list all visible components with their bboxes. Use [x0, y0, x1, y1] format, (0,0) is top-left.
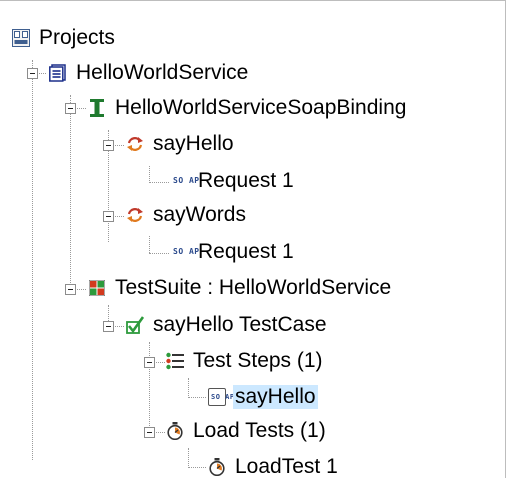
collapse-toggle-loadtests[interactable] — [144, 427, 155, 438]
tree-node-teststeps[interactable]: Test Steps (1) — [166, 344, 325, 378]
tree-guide — [188, 378, 189, 398]
tree-node-loadtests[interactable]: Load Tests (1) — [166, 414, 328, 448]
tree-node-operation[interactable]: sayHello — [126, 127, 236, 161]
tree-guide — [70, 95, 71, 289]
tree-node-label: sayHello — [153, 132, 234, 155]
tree-node-label: HelloWorldServiceSoapBinding — [115, 96, 407, 119]
operation-icon — [126, 206, 144, 224]
tree-guide — [188, 448, 189, 468]
tree-node-teststep[interactable]: SO AP sayHello — [208, 380, 318, 414]
testsuite-icon — [88, 279, 106, 297]
tree-node-testsuite[interactable]: TestSuite : HelloWorldService — [88, 271, 393, 305]
tree-guide — [188, 467, 206, 468]
tree-node-request[interactable]: SO AP Request 1 — [171, 164, 296, 198]
soap-icon-text: SO AP — [173, 247, 200, 256]
tree-node-label: Load Tests (1) — [193, 419, 326, 442]
tree-node-label: HelloWorldService — [76, 61, 249, 84]
tree-node-request[interactable]: SO AP Request 1 — [171, 235, 296, 269]
tree-node-label: Test Steps (1) — [193, 349, 323, 372]
tree-node-label: sayWords — [153, 203, 246, 226]
project-icon — [49, 64, 67, 82]
projects-icon — [12, 29, 30, 47]
testcase-icon — [126, 316, 144, 334]
tree-guide — [149, 166, 150, 183]
tree-node-projects[interactable]: Projects — [12, 21, 117, 55]
tree-node-label: Request 1 — [198, 169, 294, 192]
collapse-toggle-testsuite[interactable] — [65, 284, 76, 295]
tree-node-label: sayHello — [233, 385, 318, 409]
soap-icon-text: SO AP — [211, 392, 235, 401]
tree-node-interface[interactable]: HelloWorldServiceSoapBinding — [88, 91, 408, 125]
tree-guide — [188, 397, 206, 398]
operation-icon — [126, 135, 144, 153]
soap-request-icon: SO AP — [171, 243, 200, 261]
tree-node-label: sayHello TestCase — [153, 313, 327, 336]
teststeps-icon — [166, 352, 184, 370]
tree-node-testcase[interactable]: sayHello TestCase — [126, 308, 329, 342]
soap-icon-text: SO AP — [173, 176, 200, 185]
tree-node-label: LoadTest 1 — [235, 455, 338, 478]
soap-teststep-icon: SO AP — [208, 388, 235, 406]
tree-guide — [149, 182, 169, 183]
tree-guide — [149, 342, 150, 432]
collapse-toggle-teststeps[interactable] — [144, 357, 155, 368]
tree-guide — [32, 60, 33, 460]
loadtest-icon — [208, 458, 226, 476]
collapse-toggle-interface[interactable] — [65, 103, 76, 114]
tree-node-operation[interactable]: sayWords — [126, 198, 248, 232]
interface-icon — [88, 99, 106, 117]
soap-request-icon: SO AP — [171, 172, 200, 190]
tree-node-label: Request 1 — [198, 240, 294, 263]
tree-node-label: TestSuite : HelloWorldService — [115, 276, 392, 299]
tree-node-label: Projects — [39, 26, 115, 49]
collapse-toggle-testcase[interactable] — [103, 321, 114, 332]
collapse-toggle-operation-saywords[interactable] — [103, 211, 114, 222]
collapse-toggle-operation-sayhello[interactable] — [103, 140, 114, 151]
tree-guide — [149, 236, 150, 253]
loadtests-icon — [166, 422, 184, 440]
collapse-toggle-project[interactable] — [27, 68, 38, 79]
tree-node-project[interactable]: HelloWorldService — [49, 56, 250, 90]
tree-guide — [149, 253, 169, 254]
